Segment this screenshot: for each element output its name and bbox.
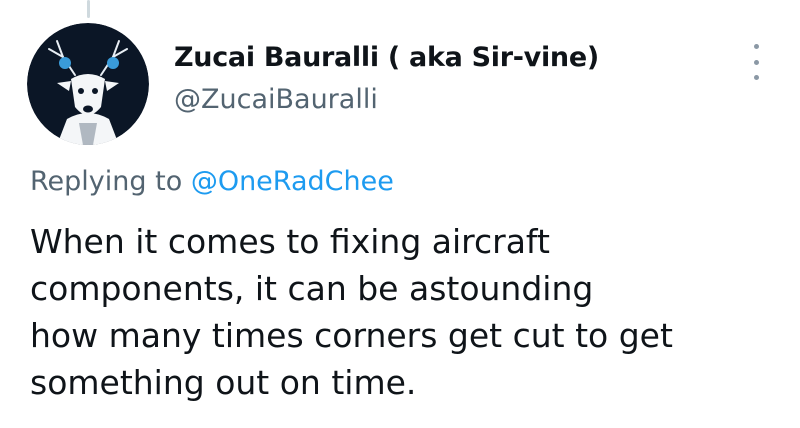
reply-context: Replying to @OneRadChee (30, 166, 394, 197)
more-options-button[interactable] (744, 44, 768, 80)
tweet-text-line: something out on time. (30, 363, 417, 402)
tweet-text-line: components, it can be astounding (30, 269, 594, 308)
tweet-text-line: When it comes to fixing aircraft (30, 222, 550, 261)
more-vertical-icon (753, 59, 759, 65)
more-vertical-icon (753, 44, 759, 49)
author-handle[interactable]: @ZucaiBauralli (174, 84, 378, 115)
stag-avatar-icon (27, 23, 149, 145)
tweet-text: When it comes to fixing aircraft compone… (30, 218, 790, 406)
reply-mention-link[interactable]: @OneRadChee (191, 166, 394, 197)
tweet-text-line: how many times corners get cut to get (30, 316, 673, 355)
author-avatar[interactable] (27, 23, 149, 145)
thread-connector-line (87, 0, 90, 18)
more-vertical-icon (753, 75, 759, 80)
reply-prefix: Replying to (30, 166, 183, 197)
author-display-name[interactable]: Zucai Bauralli ( aka Sir-vine) (174, 42, 599, 73)
